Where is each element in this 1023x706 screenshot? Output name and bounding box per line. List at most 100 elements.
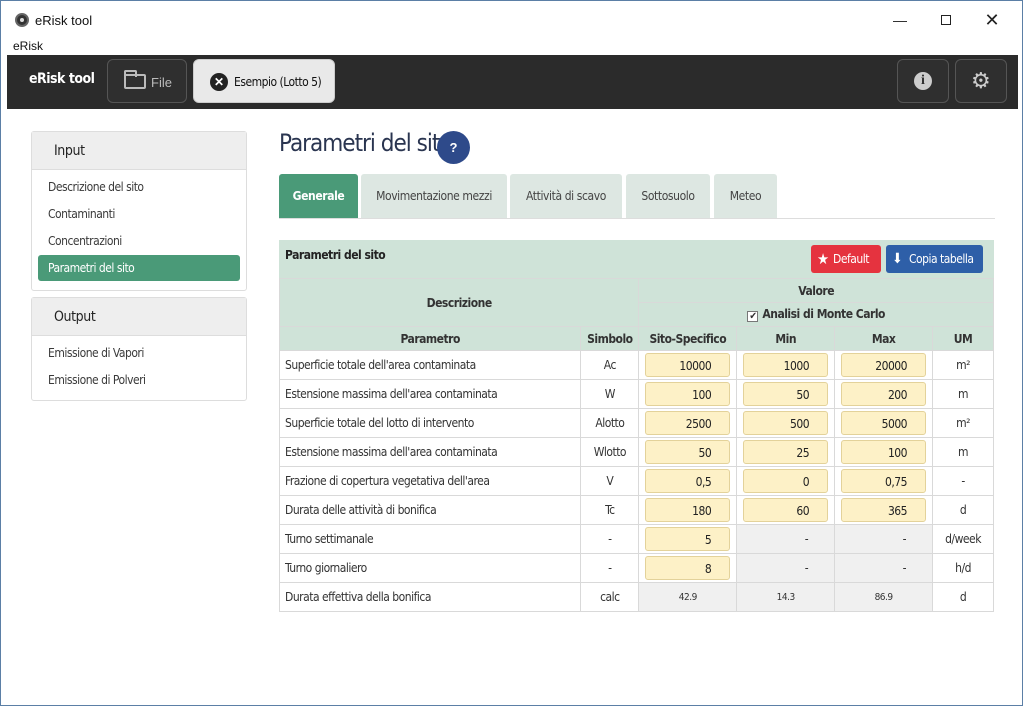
max-input[interactable]: 365	[841, 498, 927, 522]
title-bar: eRisk tool — ✕	[1, 1, 1022, 37]
header-valore: Valore	[638, 278, 994, 303]
parameters-table: Descrizione Valore ✔ Analisi di Monte Car…	[278, 278, 994, 612]
max-input[interactable]: 0,75	[841, 469, 927, 493]
min-input[interactable]: 500	[743, 411, 829, 435]
copy-table-label: Copia tabella	[909, 252, 974, 266]
sidebar-item-polveri[interactable]: Emissione di Polveri	[32, 367, 246, 394]
page-title: Parametri del sito	[279, 129, 453, 157]
sito-input[interactable]: 100	[645, 382, 731, 406]
app-header: eRisk tool File ✕ Esempio (Lotto 5) i ⚙	[7, 55, 1018, 109]
param-unit: d	[932, 495, 994, 525]
sidebar-item-parametri[interactable]: Parametri del sito	[38, 255, 240, 281]
default-button[interactable]: ★ Default	[811, 245, 881, 273]
table-row: Estensione massima dell'area contaminata…	[278, 379, 994, 409]
monte-carlo-label: Analisi di Monte Carlo	[762, 307, 885, 321]
param-symbol: Alotto	[580, 408, 640, 438]
table-row: Frazione di copertura vegetativa dell'ar…	[278, 466, 994, 496]
tab-meteo[interactable]: Meteo	[714, 174, 777, 218]
param-unit: h/d	[932, 553, 994, 583]
min-value: 14.3	[736, 582, 836, 612]
col-parametro: Parametro	[278, 326, 582, 351]
settings-button[interactable]: ⚙	[955, 59, 1007, 103]
sito-input[interactable]: 10000	[645, 353, 731, 377]
sito-input[interactable]: 2500	[645, 411, 731, 435]
tab-movimentazione[interactable]: Movimentazione mezzi	[361, 174, 507, 218]
param-description: Turno giornaliero	[278, 553, 582, 583]
input-panel: Input Descrizione del sito Contaminanti …	[31, 131, 247, 291]
param-unit: m²	[932, 408, 994, 438]
table-row: Turno giornaliero - 8 - - h/d	[278, 553, 994, 583]
copy-table-button[interactable]: ⬇ Copia tabella	[886, 245, 983, 273]
tab-sottosuolo[interactable]: Sottosuolo	[626, 174, 710, 218]
tab-bar: Generale Movimentazione mezzi Attività d…	[279, 174, 995, 219]
param-symbol: Wlotto	[580, 437, 640, 467]
param-description: Estensione massima dell'area contaminata	[278, 437, 582, 467]
close-tab-icon[interactable]: ✕	[210, 73, 228, 91]
min-value: -	[736, 553, 836, 583]
table-row: Superficie totale dell'area contaminata …	[278, 350, 994, 380]
table-row: Estensione massima dell'area contaminata…	[278, 437, 994, 467]
sito-input[interactable]: 8	[645, 556, 731, 580]
param-unit: m	[932, 437, 994, 467]
param-description: Superficie totale del lotto di intervent…	[278, 408, 582, 438]
param-symbol: Ac	[580, 350, 640, 380]
sito-input[interactable]: 5	[645, 527, 731, 551]
sito-input[interactable]: 0,5	[645, 469, 731, 493]
maximize-button[interactable]	[931, 9, 961, 31]
info-button[interactable]: i	[897, 59, 949, 103]
sidebar-item-concentrazioni[interactable]: Concentrazioni	[32, 228, 246, 255]
max-value: -	[834, 524, 934, 554]
download-icon: ⬇	[892, 251, 903, 267]
param-symbol: W	[580, 379, 640, 409]
param-description: Estensione massima dell'area contaminata	[278, 379, 582, 409]
table-title: Parametri del sito	[285, 248, 386, 262]
sito-input[interactable]: 50	[645, 440, 731, 464]
default-button-label: Default	[833, 252, 869, 266]
sidebar-item-descrizione[interactable]: Descrizione del sito	[32, 174, 246, 201]
col-simbolo: Simbolo	[580, 326, 640, 351]
min-value: -	[736, 524, 836, 554]
col-min: Min	[736, 326, 836, 351]
param-description: Durata delle attività di bonifica	[278, 495, 582, 525]
table-row: Turno settimanale - 5 - - d/week	[278, 524, 994, 554]
sito-input[interactable]: 180	[645, 498, 731, 522]
header-descrizione: Descrizione	[278, 278, 640, 327]
param-unit: d/week	[932, 524, 994, 554]
max-input[interactable]: 100	[841, 440, 927, 464]
app-window: eRisk tool — ✕ eRisk eRisk tool File ✕ E…	[0, 0, 1023, 706]
app-icon	[15, 13, 29, 27]
min-input[interactable]: 25	[743, 440, 829, 464]
param-symbol: calc	[580, 582, 640, 612]
col-max: Max	[834, 326, 934, 351]
minimize-button[interactable]: —	[885, 9, 915, 31]
tab-generale[interactable]: Generale	[279, 174, 358, 218]
brand-logo: eRisk tool	[29, 71, 95, 87]
max-input[interactable]: 5000	[841, 411, 927, 435]
file-button-label: File	[151, 75, 172, 90]
tab-scavo[interactable]: Attività di scavo	[510, 174, 622, 218]
col-sito: Sito-Specifico	[638, 326, 738, 351]
window-title: eRisk tool	[35, 13, 93, 28]
param-description: Superficie totale dell'area contaminata	[278, 350, 582, 380]
sidebar-item-vapori[interactable]: Emissione di Vapori	[32, 340, 246, 367]
close-button[interactable]: ✕	[977, 9, 1007, 31]
min-input[interactable]: 60	[743, 498, 829, 522]
min-input[interactable]: 0	[743, 469, 829, 493]
open-project-tab[interactable]: ✕ Esempio (Lotto 5)	[193, 59, 335, 103]
min-input[interactable]: 1000	[743, 353, 829, 377]
sito-value: 42.9	[638, 582, 738, 612]
monte-carlo-checkbox[interactable]: ✔	[747, 311, 759, 322]
file-button[interactable]: File	[107, 59, 187, 103]
help-button[interactable]: ?	[437, 131, 470, 164]
max-input[interactable]: 200	[841, 382, 927, 406]
sidebar-item-contaminanti[interactable]: Contaminanti	[32, 201, 246, 228]
menu-erisk[interactable]: eRisk	[13, 39, 43, 53]
max-input[interactable]: 20000	[841, 353, 927, 377]
param-description: Frazione di copertura vegetativa dell'ar…	[278, 466, 582, 496]
min-input[interactable]: 50	[743, 382, 829, 406]
menu-bar: eRisk	[1, 37, 1022, 55]
folder-open-icon	[124, 70, 146, 89]
table-row: Superficie totale del lotto di intervent…	[278, 408, 994, 438]
param-unit: -	[932, 466, 994, 496]
monte-carlo-row: ✔ Analisi di Monte Carlo	[638, 302, 994, 327]
